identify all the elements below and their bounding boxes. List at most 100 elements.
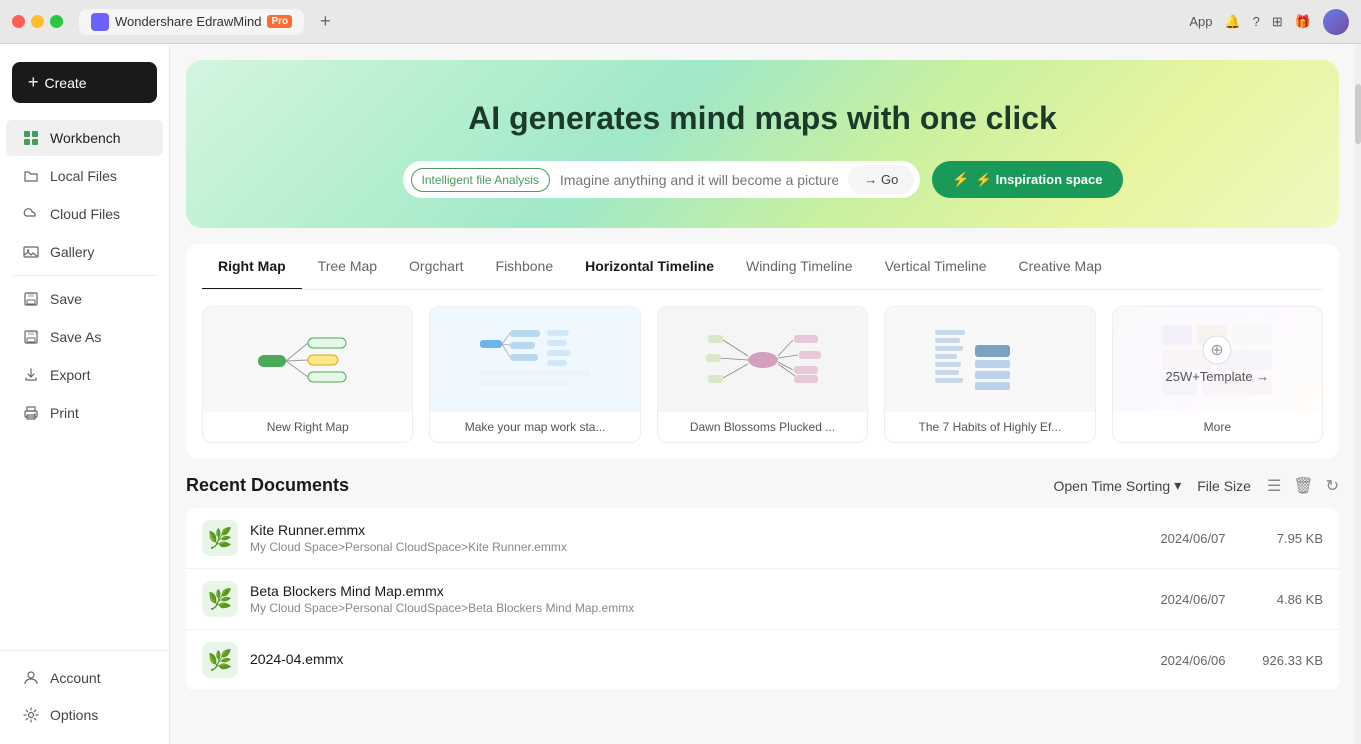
doc-item-beta-blockers[interactable]: 🌿 Beta Blockers Mind Map.emmx My Cloud S… xyxy=(186,569,1339,630)
new-tab-button[interactable]: + xyxy=(320,11,331,32)
doc-type-icon-3: 🌿 xyxy=(208,648,233,673)
doc-info-beta-blockers: Beta Blockers Mind Map.emmx My Cloud Spa… xyxy=(250,583,1143,615)
hero-title: AI generates mind maps with one click xyxy=(206,100,1319,137)
export-icon xyxy=(22,366,40,384)
sidebar-item-account[interactable]: Account xyxy=(6,660,163,696)
template-card-dawn-blossoms[interactable]: Dawn Blossoms Plucked ... xyxy=(657,306,868,443)
tab-creative-map[interactable]: Creative Map xyxy=(1003,244,1118,290)
svg-text:⊕: ⊕ xyxy=(1211,342,1224,359)
doc-icon-2024-04: 🌿 xyxy=(202,642,238,678)
7-habits-preview xyxy=(885,307,1094,412)
local-files-icon xyxy=(22,167,40,185)
create-label: Create xyxy=(45,75,87,91)
content-area: AI generates mind maps with one click In… xyxy=(170,44,1355,744)
app-tab[interactable]: Wondershare EdrawMind Pro xyxy=(79,9,304,35)
hero-input[interactable] xyxy=(550,166,848,194)
traffic-lights xyxy=(12,15,63,28)
options-icon xyxy=(22,706,40,724)
refresh-icon[interactable]: ↻ xyxy=(1326,476,1339,496)
sidebar: + Create Workbench Local Files xyxy=(0,44,170,744)
sidebar-item-workbench[interactable]: Workbench xyxy=(6,120,163,156)
scrollbar-thumb[interactable] xyxy=(1355,84,1361,144)
template-card-new-right-map[interactable]: New Right Map xyxy=(202,306,413,443)
save-as-label: Save As xyxy=(50,329,101,345)
doc-item-2024-04[interactable]: 🌿 2024-04.emmx 2024/06/06 926.33 KB xyxy=(186,630,1339,691)
doc-date-2024-04: 2024/06/06 xyxy=(1143,653,1243,668)
gallery-label: Gallery xyxy=(50,244,94,260)
tab-fishbone[interactable]: Fishbone xyxy=(480,244,570,290)
hero-banner: AI generates mind maps with one click In… xyxy=(186,60,1339,228)
user-avatar[interactable] xyxy=(1323,9,1349,35)
doc-size-kite-runner: 7.95 KB xyxy=(1243,531,1323,546)
sidebar-divider-1 xyxy=(12,275,157,276)
hero-input-row: Intelligent file Analysis → Go ⚡ ⚡ Inspi… xyxy=(403,161,1123,198)
tab-horizontal-timeline[interactable]: Horizontal Timeline xyxy=(569,244,730,290)
doc-info-kite-runner: Kite Runner.emmx My Cloud Space>Personal… xyxy=(250,522,1143,554)
lightning-icon: ⚡ xyxy=(952,171,969,188)
template-tabs: Right Map Tree Map Orgchart Fishbone Hor… xyxy=(202,244,1323,290)
gallery-icon xyxy=(22,243,40,261)
sidebar-item-cloud-files[interactable]: Cloud Files xyxy=(6,196,163,232)
template-cards: New Right Map xyxy=(202,306,1323,443)
template-card-more[interactable]: ⊕ 25W+Template → More xyxy=(1112,306,1323,443)
minimize-button[interactable] xyxy=(31,15,44,28)
doc-icon-beta-blockers: 🌿 xyxy=(202,581,238,617)
plus-icon: + xyxy=(28,72,39,93)
layout-button[interactable]: ⊞ xyxy=(1272,14,1283,30)
go-button[interactable]: → Go xyxy=(848,165,914,194)
titlebar: Wondershare EdrawMind Pro + App 🔔 ? ⊞ 🎁 xyxy=(0,0,1361,44)
main-layout: + Create Workbench Local Files xyxy=(0,44,1361,744)
doc-icon-kite-runner: 🌿 xyxy=(202,520,238,556)
sidebar-item-save-as[interactable]: + Save As xyxy=(6,319,163,355)
create-button[interactable]: + Create xyxy=(12,62,157,103)
inspiration-button[interactable]: ⚡ ⚡ Inspiration space xyxy=(932,161,1122,198)
account-label: Account xyxy=(50,670,101,686)
tab-orgchart[interactable]: Orgchart xyxy=(393,244,479,290)
ai-badge[interactable]: Intelligent file Analysis xyxy=(411,168,550,192)
sidebar-item-gallery[interactable]: Gallery xyxy=(6,234,163,270)
notification-icon[interactable]: 🔔 xyxy=(1224,14,1240,30)
doc-info-2024-04: 2024-04.emmx xyxy=(250,651,1143,669)
more-overlay: ⊕ 25W+Template → xyxy=(1113,307,1322,412)
doc-name-2024-04: 2024-04.emmx xyxy=(250,651,1143,667)
svg-text:+: + xyxy=(35,331,39,337)
template-card-7-habits[interactable]: The 7 Habits of Highly Ef... xyxy=(884,306,1095,443)
doc-type-icon-2: 🌿 xyxy=(208,587,233,612)
sidebar-bottom: Account Options xyxy=(0,650,169,734)
maximize-button[interactable] xyxy=(50,15,63,28)
list-view-icon[interactable]: ☰ xyxy=(1267,476,1281,496)
sidebar-item-export[interactable]: Export xyxy=(6,357,163,393)
delete-icon[interactable]: 🗑 xyxy=(1293,476,1313,496)
tab-vertical-timeline[interactable]: Vertical Timeline xyxy=(869,244,1003,290)
titlebar-right: App 🔔 ? ⊞ 🎁 xyxy=(1189,9,1349,35)
doc-date-beta-blockers: 2024/06/07 xyxy=(1143,592,1243,607)
save-as-icon: + xyxy=(22,328,40,346)
tab-tree-map[interactable]: Tree Map xyxy=(302,244,393,290)
doc-item-kite-runner[interactable]: 🌿 Kite Runner.emmx My Cloud Space>Person… xyxy=(186,508,1339,569)
export-label: Export xyxy=(50,367,90,383)
sidebar-item-print[interactable]: Print xyxy=(6,395,163,431)
print-icon xyxy=(22,404,40,422)
sidebar-item-local-files[interactable]: Local Files xyxy=(6,158,163,194)
local-files-label: Local Files xyxy=(50,168,117,184)
sidebar-item-save[interactable]: Save xyxy=(6,281,163,317)
app-button[interactable]: App xyxy=(1189,14,1212,29)
sidebar-item-options[interactable]: Options xyxy=(6,697,163,733)
doc-type-icon: 🌿 xyxy=(208,526,233,551)
cloud-files-icon xyxy=(22,205,40,223)
recent-controls: Open Time Sorting ▾ File Size ☰ 🗑 ↻ xyxy=(1053,476,1339,496)
templates-section: Right Map Tree Map Orgchart Fishbone Hor… xyxy=(186,244,1339,459)
save-icon xyxy=(22,290,40,308)
more-template-count: 25W+Template → xyxy=(1165,369,1269,384)
workbench-icon xyxy=(22,129,40,147)
tab-winding-timeline[interactable]: Winding Timeline xyxy=(730,244,869,290)
sort-button[interactable]: Open Time Sorting ▾ xyxy=(1053,477,1181,494)
template-card-make-map[interactable]: Make your map work sta... xyxy=(429,306,640,443)
dawn-blossoms-preview xyxy=(658,307,867,412)
close-button[interactable] xyxy=(12,15,25,28)
help-button[interactable]: ? xyxy=(1253,14,1260,29)
doc-size-beta-blockers: 4.86 KB xyxy=(1243,592,1323,607)
gift-button[interactable]: 🎁 xyxy=(1295,14,1311,30)
new-right-map-label: New Right Map xyxy=(203,412,412,442)
tab-right-map[interactable]: Right Map xyxy=(202,244,302,290)
